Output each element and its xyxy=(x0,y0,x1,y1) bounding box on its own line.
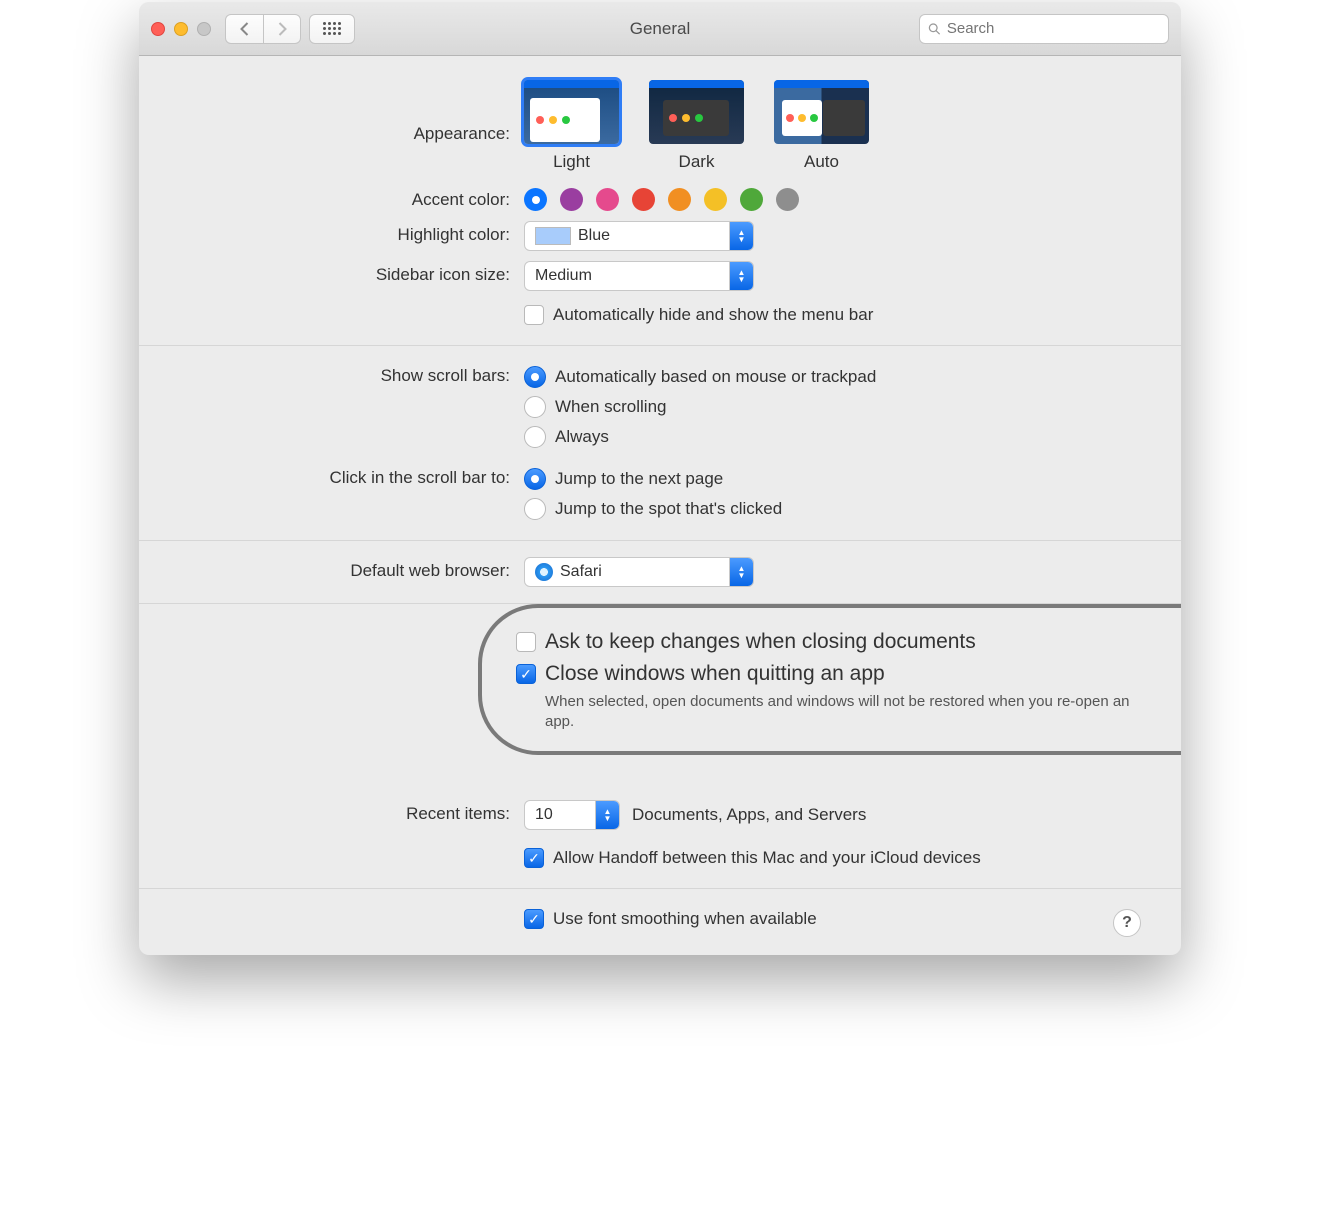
close-windows-description: When selected, open documents and window… xyxy=(516,690,1136,733)
appearance-auto-label: Auto xyxy=(804,152,839,172)
forward-button[interactable] xyxy=(263,14,301,44)
highlight-color-value: Blue xyxy=(578,227,610,245)
jump-spot-radio[interactable] xyxy=(524,498,546,520)
scroll-when-scrolling-radio[interactable] xyxy=(524,396,546,418)
jump-next-page-label: Jump to the next page xyxy=(555,469,723,489)
auto-hide-menubar-label: Automatically hide and show the menu bar xyxy=(553,305,873,325)
accent-color-4[interactable] xyxy=(668,188,691,211)
appearance-dark-label: Dark xyxy=(679,152,715,172)
back-button[interactable] xyxy=(225,14,263,44)
ask-keep-changes-label: Ask to keep changes when closing documen… xyxy=(545,630,976,654)
window-controls xyxy=(151,22,211,36)
chevron-updown-icon: ▲▼ xyxy=(729,262,753,290)
scroll-auto-radio[interactable] xyxy=(524,366,546,388)
accent-color-3[interactable] xyxy=(632,188,655,211)
close-window-button[interactable] xyxy=(151,22,165,36)
nav-buttons xyxy=(225,14,301,44)
recent-items-dropdown[interactable]: 10 ▲▼ xyxy=(524,800,620,830)
help-button[interactable]: ? xyxy=(1113,909,1141,937)
font-smoothing-checkbox[interactable]: ✓ xyxy=(524,909,544,929)
appearance-dark-option[interactable] xyxy=(649,80,744,144)
default-browser-dropdown[interactable]: Safari ▲▼ xyxy=(524,557,754,587)
content-pane: Appearance: Light xyxy=(139,56,1181,955)
scroll-bars-label: Show scroll bars: xyxy=(179,362,524,386)
general-preferences-window: General Appearance: xyxy=(139,2,1181,955)
safari-icon xyxy=(535,563,553,581)
accent-color-1[interactable] xyxy=(560,188,583,211)
highlight-color-label: Highlight color: xyxy=(179,221,524,245)
recent-items-suffix: Documents, Apps, and Servers xyxy=(632,805,866,825)
sidebar-size-value: Medium xyxy=(535,267,592,285)
jump-next-page-radio[interactable] xyxy=(524,468,546,490)
accent-color-7[interactable] xyxy=(776,188,799,211)
appearance-light-label: Light xyxy=(553,152,590,172)
appearance-label: Appearance: xyxy=(179,80,524,144)
highlight-color-dropdown[interactable]: Blue ▲▼ xyxy=(524,221,754,251)
close-windows-label: Close windows when quitting an app xyxy=(545,662,885,686)
font-smoothing-label: Use font smoothing when available xyxy=(553,909,817,929)
accent-color-2[interactable] xyxy=(596,188,619,211)
appearance-auto-option[interactable] xyxy=(774,80,869,144)
show-all-button[interactable] xyxy=(309,14,355,44)
sidebar-size-label: Sidebar icon size: xyxy=(179,261,524,285)
scroll-always-label: Always xyxy=(555,427,609,447)
default-browser-label: Default web browser: xyxy=(179,557,524,581)
minimize-window-button[interactable] xyxy=(174,22,188,36)
search-input[interactable] xyxy=(947,20,1160,37)
accent-color-label: Accent color: xyxy=(179,186,524,210)
scroll-always-radio[interactable] xyxy=(524,426,546,448)
scroll-when-scrolling-label: When scrolling xyxy=(555,397,667,417)
search-field[interactable] xyxy=(919,14,1169,44)
chevron-updown-icon: ▲▼ xyxy=(729,222,753,250)
close-windows-callout: Ask to keep changes when closing documen… xyxy=(478,604,1181,755)
click-scrollbar-label: Click in the scroll bar to: xyxy=(179,464,524,488)
search-icon xyxy=(928,22,941,36)
accent-color-5[interactable] xyxy=(704,188,727,211)
zoom-window-button[interactable] xyxy=(197,22,211,36)
jump-spot-label: Jump to the spot that's clicked xyxy=(555,499,782,519)
close-windows-checkbox[interactable]: ✓ xyxy=(516,664,536,684)
handoff-label: Allow Handoff between this Mac and your … xyxy=(553,848,981,868)
chevron-updown-icon: ▲▼ xyxy=(595,801,619,829)
highlight-swatch xyxy=(535,227,571,245)
accent-color-6[interactable] xyxy=(740,188,763,211)
auto-hide-menubar-checkbox[interactable] xyxy=(524,305,544,325)
default-browser-value: Safari xyxy=(560,563,602,581)
recent-items-value: 10 xyxy=(535,806,553,824)
chevron-updown-icon: ▲▼ xyxy=(729,558,753,586)
accent-color-0[interactable] xyxy=(524,188,547,211)
appearance-light-option[interactable] xyxy=(524,80,619,144)
ask-keep-changes-checkbox[interactable] xyxy=(516,632,536,652)
titlebar: General xyxy=(139,2,1181,56)
scroll-auto-label: Automatically based on mouse or trackpad xyxy=(555,367,876,387)
recent-items-label: Recent items: xyxy=(179,800,524,824)
handoff-checkbox[interactable]: ✓ xyxy=(524,848,544,868)
sidebar-size-dropdown[interactable]: Medium ▲▼ xyxy=(524,261,754,291)
